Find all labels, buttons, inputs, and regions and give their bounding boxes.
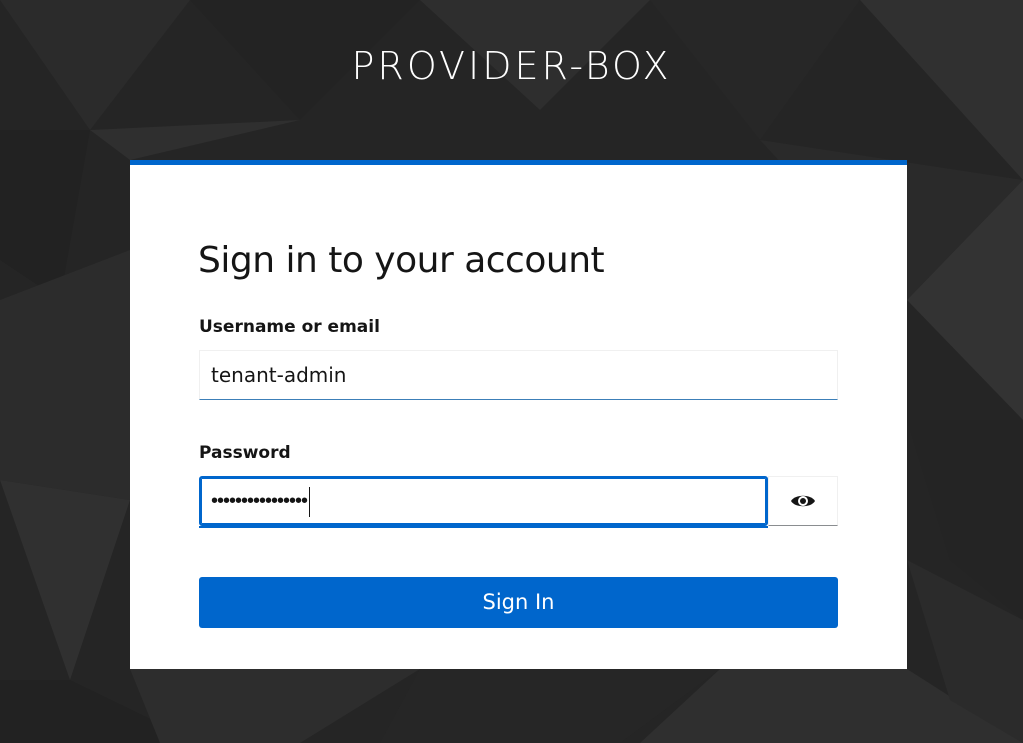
password-label: Password — [199, 443, 291, 463]
password-input[interactable]: •••••••••••••••• — [199, 476, 768, 526]
password-focus-underline — [199, 526, 768, 528]
login-card: Sign in to your account Username or emai… — [130, 160, 907, 669]
username-label: Username or email — [199, 317, 380, 337]
sign-in-button[interactable]: Sign In — [199, 577, 838, 628]
realm-title: PROVIDER-BOX — [351, 44, 672, 88]
login-title: Sign in to your account — [198, 240, 605, 281]
show-password-button[interactable] — [768, 476, 838, 526]
username-input[interactable]: tenant-admin — [199, 350, 838, 400]
text-caret — [309, 486, 311, 517]
eye-icon — [791, 495, 815, 507]
password-field-group: •••••••••••••••• — [199, 476, 838, 528]
password-masked-value: •••••••••••••••• — [211, 490, 308, 512]
